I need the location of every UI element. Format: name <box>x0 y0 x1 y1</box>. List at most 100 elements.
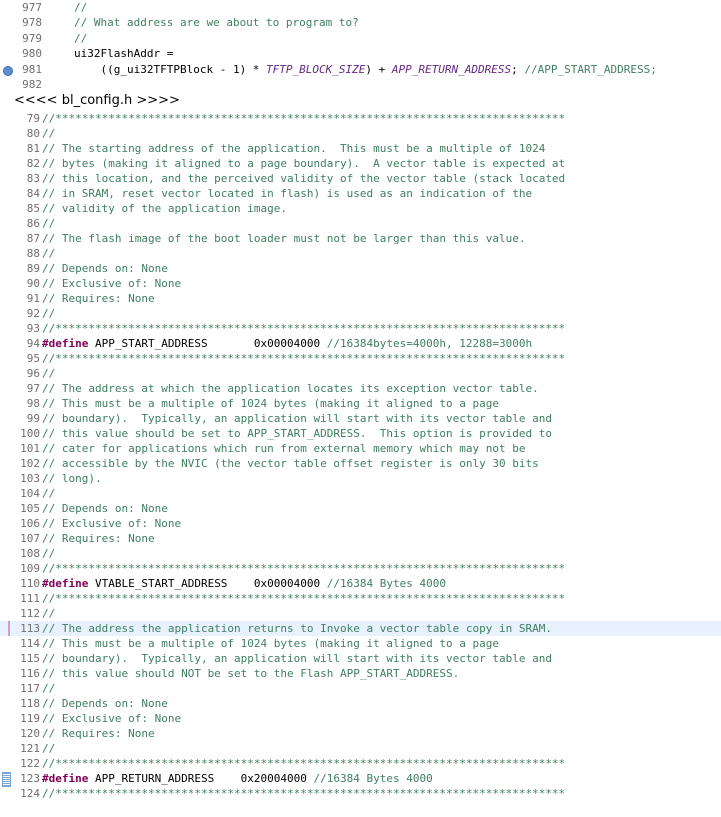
code-text: //**************************************… <box>42 592 566 605</box>
line-number: 98 <box>26 397 40 410</box>
inline-comment: //16384bytes=4000h, 12288=3000h <box>326 337 533 350</box>
line-number: 81 <box>26 142 40 155</box>
macro-token: TFTP_BLOCK_SIZE <box>266 62 366 76</box>
code-text: // <box>74 31 88 45</box>
line-number: 108 <box>20 547 40 560</box>
code-line[interactable]: 106// Exclusive of: None <box>0 516 721 531</box>
line-number: 121 <box>20 742 40 755</box>
code-line[interactable]: 104// <box>0 486 721 501</box>
code-line[interactable]: 89// Depends on: None <box>0 261 721 276</box>
line-number: 107 <box>20 532 40 545</box>
define-body: APP_START_ADDRESS 0x00004000 <box>88 337 327 350</box>
code-text: // Depends on: None <box>42 697 168 710</box>
code-line[interactable]: 93//************************************… <box>0 321 721 336</box>
line-number: 96 <box>26 367 40 380</box>
code-text: // <box>42 127 56 140</box>
code-line[interactable]: 980 ui32FlashAddr = <box>0 46 721 61</box>
code-text: // Exclusive of: None <box>42 712 182 725</box>
code-text: // <box>42 217 56 230</box>
code-line[interactable]: 116// this value should NOT be set to th… <box>0 666 721 681</box>
code-line[interactable]: 115// boundary). Typically, an applicati… <box>0 651 721 666</box>
code-line[interactable]: 978 // What address are we about to prog… <box>0 15 721 30</box>
line-number: 91 <box>26 292 40 305</box>
line-number: 978 <box>22 16 42 30</box>
code-line[interactable]: 120// Requires: None <box>0 726 721 741</box>
code-line[interactable]: 97// The address at which the applicatio… <box>0 381 721 396</box>
code-text: // <box>42 607 56 620</box>
code-line[interactable]: 982 <box>0 77 721 92</box>
code-line[interactable]: 124//***********************************… <box>0 786 721 801</box>
bottom-code-editor[interactable]: 79//************************************… <box>0 111 721 801</box>
code-line[interactable]: 121// <box>0 741 721 756</box>
code-text: // accessible by the NVIC (the vector ta… <box>42 457 539 470</box>
code-line[interactable]: 117// <box>0 681 721 696</box>
line-number: 88 <box>26 247 40 260</box>
line-number: 89 <box>26 262 40 275</box>
code-line[interactable]: 98// This must be a multiple of 1024 byt… <box>0 396 721 411</box>
code-line[interactable]: 94 #define APP_START_ADDRESS 0x00004000 /… <box>0 336 721 351</box>
line-number: 112 <box>20 607 40 620</box>
code-text: #define VTABLE_START_ADDRESS 0x00004000 … <box>42 576 446 591</box>
line-number: 982 <box>22 77 42 91</box>
code-line[interactable]: 123 #define APP_RETURN_ADDRESS 0x20004000… <box>0 771 721 787</box>
code-line[interactable]: 87// The flash image of the boot loader … <box>0 231 721 246</box>
code-line[interactable]: 108// <box>0 546 721 561</box>
code-text: // Depends on: None <box>42 502 168 515</box>
code-line[interactable]: 105// Depends on: None <box>0 501 721 516</box>
line-number: 95 <box>26 352 40 365</box>
code-line[interactable]: 82// bytes (making it aligned to a page … <box>0 156 721 171</box>
code-text: //**************************************… <box>42 562 566 575</box>
line-number: 83 <box>26 172 40 185</box>
code-line[interactable]: 110 #define VTABLE_START_ADDRESS 0x000040… <box>0 576 721 591</box>
line-number: 113 <box>20 622 40 635</box>
code-text: // validity of the application image. <box>42 202 288 215</box>
top-code-editor[interactable]: 977 // 978 // What address are we about … <box>0 0 721 92</box>
code-line[interactable]: 107// Requires: None <box>0 531 721 546</box>
code-line[interactable]: 85// validity of the application image. <box>0 201 721 216</box>
code-text: // Exclusive of: None <box>42 517 182 530</box>
line-number: 114 <box>20 637 40 650</box>
code-line[interactable]: 96// <box>0 366 721 381</box>
line-number: 94 <box>26 337 40 350</box>
define-keyword: #define <box>42 337 89 350</box>
line-number: 105 <box>20 502 40 515</box>
code-line[interactable]: 99// boundary). Typically, an applicatio… <box>0 411 721 426</box>
code-line[interactable]: 118// Depends on: None <box>0 696 721 711</box>
code-line[interactable]: 92// <box>0 306 721 321</box>
line-number: 84 <box>26 187 40 200</box>
code-line[interactable]: 86// <box>0 216 721 231</box>
code-line[interactable]: 95//************************************… <box>0 351 721 366</box>
code-line[interactable]: 100// this value should be set to APP_ST… <box>0 426 721 441</box>
code-line[interactable]: 83// this location, and the perceived va… <box>0 171 721 186</box>
code-line[interactable]: 91// Requires: None <box>0 291 721 306</box>
code-line-breakpoint[interactable]: 981 ((g_ui32TFTPBlock - 1) * TFTP_BLOCK_… <box>0 62 721 77</box>
code-line[interactable]: 119// Exclusive of: None <box>0 711 721 726</box>
code-text: // This must be a multiple of 1024 bytes… <box>42 637 499 650</box>
code-line[interactable]: 109//***********************************… <box>0 561 721 576</box>
line-number: 106 <box>20 517 40 530</box>
code-line[interactable]: 88// <box>0 246 721 261</box>
code-line[interactable]: 977 // <box>0 0 721 15</box>
code-text: // <box>42 367 56 380</box>
line-number: 104 <box>20 487 40 500</box>
define-keyword: #define <box>42 577 89 590</box>
inline-comment: //16384 Bytes 4000 <box>326 577 446 590</box>
code-line[interactable]: 122//***********************************… <box>0 756 721 771</box>
code-line[interactable]: 111//***********************************… <box>0 591 721 606</box>
code-line[interactable]: 112// <box>0 606 721 621</box>
code-line[interactable]: 102// accessible by the NVIC (the vector… <box>0 456 721 471</box>
code-line[interactable]: 103// long). <box>0 471 721 486</box>
line-number: 100 <box>20 427 40 440</box>
code-line[interactable]: 79//************************************… <box>0 111 721 126</box>
code-text: // long). <box>42 472 102 485</box>
code-line[interactable]: 84// in SRAM, reset vector located in fl… <box>0 186 721 201</box>
code-line[interactable]: 979 // <box>0 31 721 46</box>
code-line[interactable]: 101// cater for applications which run f… <box>0 441 721 456</box>
code-text: // Exclusive of: None <box>42 277 182 290</box>
current-code-line[interactable]: 113// The address the application return… <box>0 621 721 636</box>
code-line[interactable]: 90// Exclusive of: None <box>0 276 721 291</box>
code-line[interactable]: 81// The starting address of the applica… <box>0 141 721 156</box>
code-line[interactable]: 80// <box>0 126 721 141</box>
code-text: // Requires: None <box>42 292 155 305</box>
code-line[interactable]: 114// This must be a multiple of 1024 by… <box>0 636 721 651</box>
